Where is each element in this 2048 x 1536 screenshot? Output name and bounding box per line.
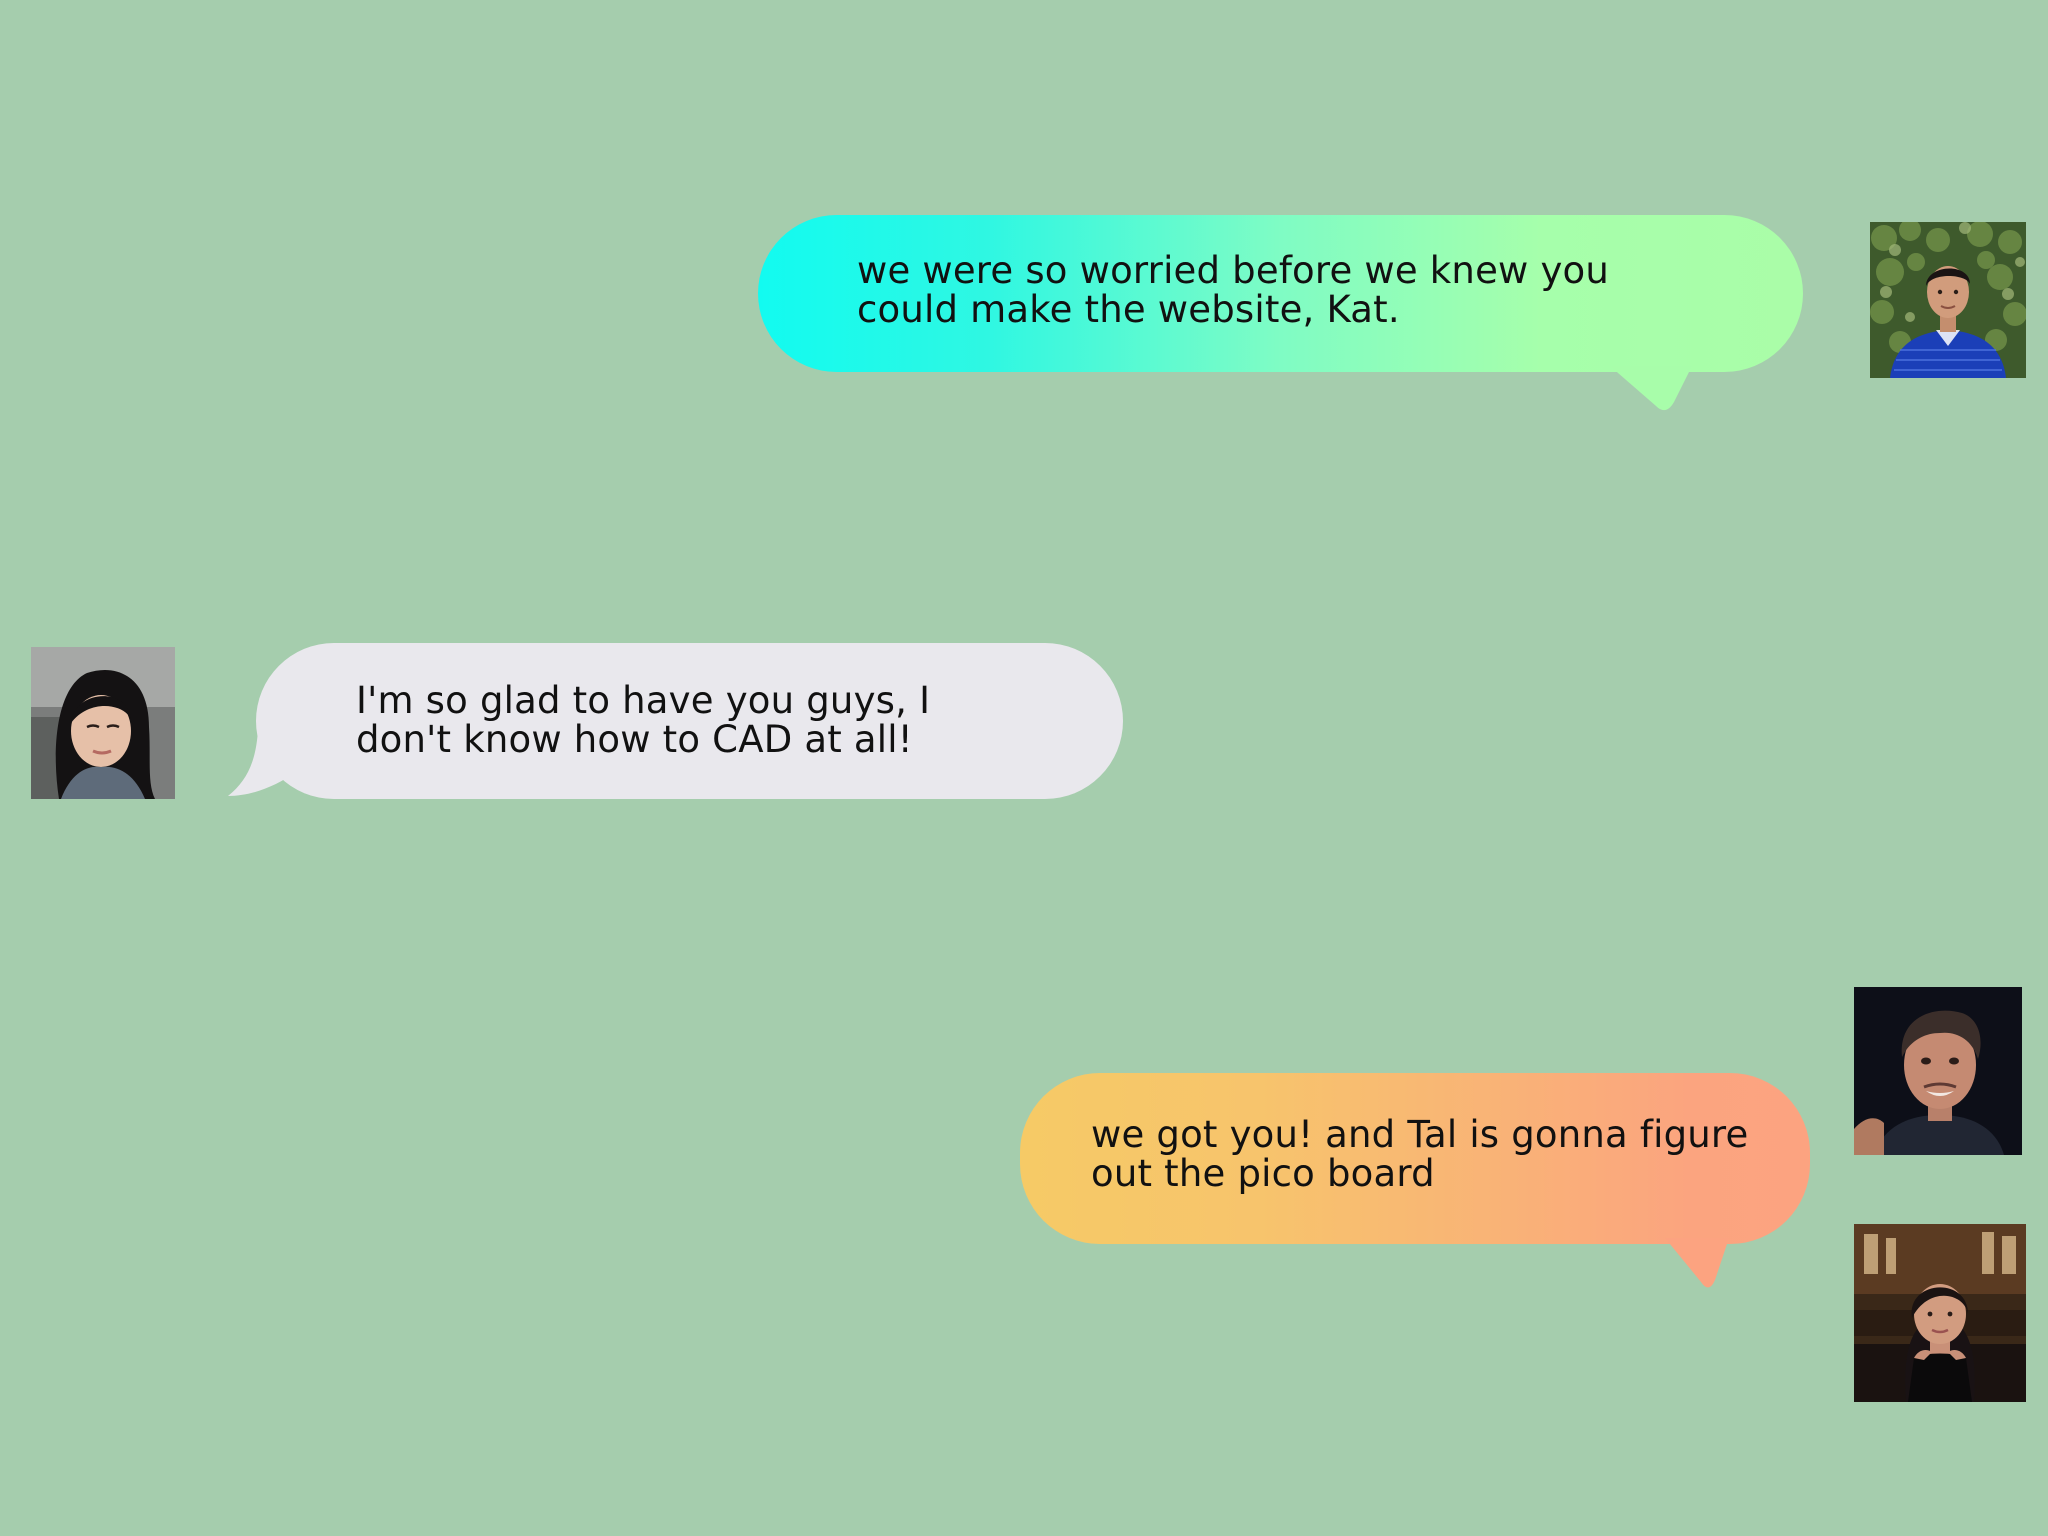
- man-dark-background-avatar[interactable]: [1854, 987, 2022, 1155]
- message-1-tail: [1610, 366, 1692, 411]
- avatar-3-photo: [1854, 987, 2022, 1155]
- woman-long-black-hair-avatar[interactable]: [31, 647, 175, 799]
- avatar-2-photo: [31, 647, 175, 799]
- message-bubble-2[interactable]: I'm so glad to have you guys, I don't kn…: [256, 643, 1123, 799]
- message-bubble-3[interactable]: we got you! and Tal is gonna figure out …: [1020, 1073, 1810, 1244]
- message-3-tail: [1665, 1238, 1729, 1288]
- message-1-text: we were so worried before we knew you co…: [857, 251, 1609, 329]
- man-blue-polo-ivy-avatar[interactable]: [1870, 222, 2026, 378]
- message-bubble-1[interactable]: we were so worried before we knew you co…: [758, 215, 1803, 372]
- message-3-line-1: we got you! and Tal is gonna figure: [1091, 1113, 1749, 1156]
- chat-canvas: we were so worried before we knew you co…: [0, 0, 2048, 1536]
- avatar-4-photo: [1854, 1224, 2026, 1402]
- message-2-line-2: don't know how to CAD at all!: [356, 718, 913, 761]
- message-1-line-1: we were so worried before we knew you: [857, 249, 1610, 292]
- message-3-line-2: out the pico board: [1091, 1152, 1435, 1195]
- message-1-line-2: could make the website, Kat.: [857, 288, 1400, 331]
- message-2-text: I'm so glad to have you guys, I don't kn…: [356, 681, 930, 759]
- woman-restaurant-avatar[interactable]: [1854, 1224, 2026, 1402]
- message-3-text: we got you! and Tal is gonna figure out …: [1091, 1115, 1749, 1193]
- avatar-1-photo: [1870, 222, 2026, 378]
- message-2-line-1: I'm so glad to have you guys, I: [356, 679, 931, 722]
